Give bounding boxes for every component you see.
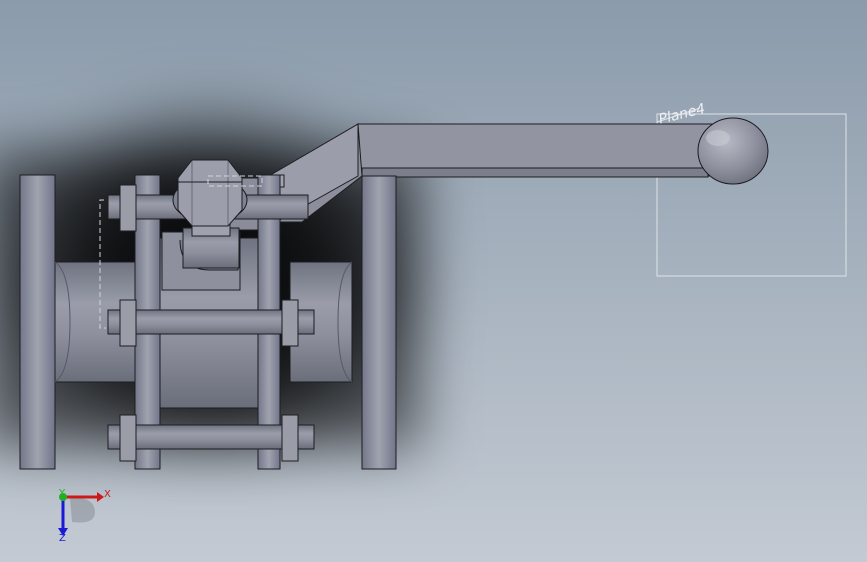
triad-x-label: X [104,489,111,500]
model-scene[interactable]: Plane4 Y X Z [0,0,867,562]
left-flange[interactable] [19,174,56,470]
triad-z-label: Z [59,533,66,544]
graphics-viewport[interactable]: Plane4 Y X Z [0,0,867,562]
stem-hex-nut[interactable] [172,159,248,227]
handle-knob[interactable] [697,117,769,185]
triad-y-label: Y [58,488,66,499]
